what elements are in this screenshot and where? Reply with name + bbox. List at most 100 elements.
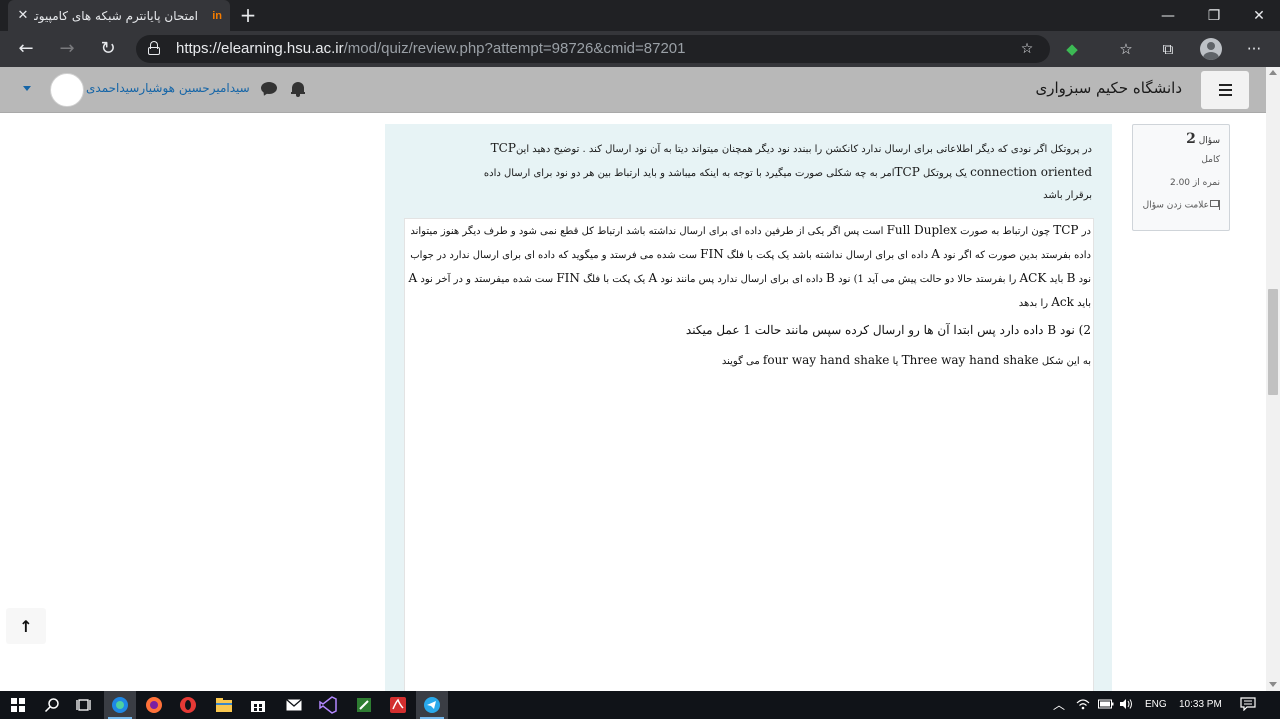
search-button[interactable]: [36, 691, 68, 719]
answer-fragment: می گویند: [721, 356, 760, 367]
answer-term: A: [931, 247, 940, 261]
extension-icon[interactable]: ◆: [1062, 39, 1082, 59]
answer-term: B: [826, 271, 835, 285]
notifications-bell-icon[interactable]: [291, 81, 305, 97]
answer-paragraph-1: در TCP چون ارتباط به صورت Full Duplex اس…: [405, 219, 1091, 315]
answer-fragment: در: [1081, 226, 1091, 237]
forward-button[interactable]: →: [55, 37, 79, 61]
question-line: connection oriented یک پروتکل TCPامر به …: [412, 161, 1092, 185]
question-info: سؤال 2 کامل نمره از 2.00 علامت زدن سؤال: [1132, 124, 1230, 231]
question-line: در پروتکل اگر نودی که دیگر اطلاعاتی برای…: [412, 137, 1092, 161]
answer-paragraph-3: به این شکل Three way hand shake یا four …: [405, 349, 1091, 373]
question-number: سؤال 2: [1142, 131, 1220, 147]
question-text: در پروتکل اگر نودی که دیگر اطلاعاتی برای…: [412, 137, 1092, 207]
tool-icon: [357, 698, 371, 712]
answer-paragraph-2: 2) نود B داده دارد پس ابتدا آن ها رو ارس…: [405, 319, 1091, 343]
taskbar-acrobat[interactable]: [382, 691, 414, 719]
tab-title: امتحان پایانترم شبکه های کامپیوتری: [34, 8, 198, 23]
answer-term: FIN: [700, 247, 724, 261]
back-to-top-button[interactable]: ↑: [6, 608, 46, 644]
flag-question-link[interactable]: علامت زدن سؤال: [1142, 200, 1220, 211]
question-term: connection oriented: [970, 165, 1092, 179]
tab-close-icon[interactable]: ✕: [16, 8, 30, 23]
taskbar-mail[interactable]: [278, 691, 310, 719]
question-state: کامل: [1201, 155, 1220, 165]
scroll-up-arrow-icon[interactable]: [1269, 70, 1277, 75]
profile-avatar-icon[interactable]: [1200, 38, 1222, 60]
question-term: TCP: [490, 141, 516, 155]
answer-term: four way hand shake: [762, 353, 890, 367]
taskbar-telegram[interactable]: [416, 691, 448, 719]
favorites-icon[interactable]: ☆: [1116, 39, 1136, 59]
answer-fragment: را بفرستد حالا دو حالت پیش می آید 1) نود: [838, 274, 1017, 285]
acrobat-icon: [390, 697, 406, 713]
answer-fragment: 2) نود B داده دارد پس ابتدا آن ها رو ارس…: [685, 323, 1091, 337]
firefox-icon: [146, 697, 162, 713]
show-hidden-icons-chevron-icon[interactable]: ︿: [1053, 691, 1065, 719]
battery-icon[interactable]: [1098, 691, 1114, 719]
answer-box: در TCP چون ارتباط به صورت Full Duplex اس…: [404, 218, 1094, 691]
url-text[interactable]: https://elearning.hsu.ac.ir/mod/quiz/rev…: [176, 40, 686, 57]
answer-text: در TCP چون ارتباط به صورت Full Duplex اس…: [403, 219, 1091, 373]
answer-term: FIN: [556, 271, 580, 285]
telegram-icon: [424, 697, 440, 713]
close-window-button[interactable]: ✕: [1236, 0, 1280, 31]
browser-tab-strip: in امتحان پایانترم شبکه های کامپیوتری ✕ …: [0, 0, 1280, 31]
answer-term: A: [408, 271, 418, 285]
site-name[interactable]: دانشگاه حکیم سبزواری: [1036, 79, 1182, 97]
mail-icon: [286, 699, 302, 711]
new-tab-button[interactable]: +: [238, 5, 258, 25]
opera-icon: [180, 697, 196, 713]
taskbar-app-green[interactable]: [348, 691, 380, 719]
taskbar-opera[interactable]: [172, 691, 204, 719]
windows-taskbar: ︿ ENG 10:33 PM: [0, 691, 1280, 719]
address-bar[interactable]: https://elearning.hsu.ac.ir/mod/quiz/rev…: [136, 35, 1050, 63]
scroll-down-arrow-icon[interactable]: [1269, 682, 1277, 687]
language-indicator[interactable]: ENG: [1145, 691, 1167, 719]
more-menu-icon[interactable]: ···: [1244, 39, 1264, 59]
minimize-button[interactable]: —: [1145, 0, 1191, 31]
folder-icon: [216, 698, 232, 712]
task-view-button[interactable]: [68, 691, 100, 719]
scrollbar-thumb[interactable]: [1268, 289, 1278, 395]
back-button[interactable]: ←: [14, 37, 38, 61]
page-scrollbar[interactable]: [1266, 67, 1280, 691]
answer-fragment: یا: [892, 356, 899, 367]
answer-term: Full Duplex: [886, 223, 957, 237]
taskbar-store[interactable]: [242, 691, 274, 719]
start-button[interactable]: [2, 691, 34, 719]
collections-icon[interactable]: ⧉: [1158, 39, 1178, 59]
store-icon: [251, 701, 265, 712]
messages-icon[interactable]: [261, 82, 277, 94]
user-menu-caret-icon[interactable]: [23, 86, 31, 91]
taskbar-file-explorer[interactable]: [208, 691, 240, 719]
answer-fragment: داده ای برای ارسال ندارد پس مانند نود: [660, 274, 823, 285]
answer-term: Three way hand shake: [901, 353, 1039, 367]
question-label: سؤال: [1198, 136, 1220, 146]
action-center-icon[interactable]: [1240, 691, 1256, 719]
avatar[interactable]: [50, 73, 84, 107]
question-line-1: در پروتکل اگر نودی که دیگر اطلاعاتی برای…: [515, 144, 1092, 155]
site-navbar: دانشگاه حکیم سبزواری سیدامیرحسین هوشیارس…: [0, 67, 1266, 113]
answer-fragment: باید: [1049, 274, 1064, 285]
menu-toggle-button[interactable]: [1201, 71, 1249, 109]
search-icon: [44, 698, 59, 713]
task-view-icon: [76, 699, 91, 711]
browser-tab[interactable]: in امتحان پایانترم شبکه های کامپیوتری ✕: [8, 0, 230, 31]
answer-term: B: [1066, 271, 1076, 285]
url-path: /mod/quiz/review.php?attempt=98726&cmid=…: [343, 40, 686, 57]
answer-fragment: یک پکت با فلگ: [583, 274, 646, 285]
clock[interactable]: 10:33 PM: [1179, 691, 1222, 719]
reload-button[interactable]: ↻: [96, 37, 120, 61]
volume-icon[interactable]: [1119, 691, 1133, 719]
wifi-icon[interactable]: [1076, 691, 1090, 719]
add-favorite-icon[interactable]: ☆: [1018, 40, 1036, 58]
taskbar-firefox[interactable]: [138, 691, 170, 719]
user-name[interactable]: سیدامیرحسین هوشیارسیداحمدی: [86, 81, 250, 95]
browser-toolbar: ← → ↻ https://elearning.hsu.ac.ir/mod/qu…: [0, 31, 1280, 67]
answer-term: ACK: [1019, 271, 1047, 285]
taskbar-visual-studio[interactable]: [312, 691, 344, 719]
maximize-button[interactable]: ❐: [1191, 0, 1237, 31]
lock-icon[interactable]: [148, 41, 160, 55]
taskbar-edge[interactable]: [104, 691, 136, 719]
